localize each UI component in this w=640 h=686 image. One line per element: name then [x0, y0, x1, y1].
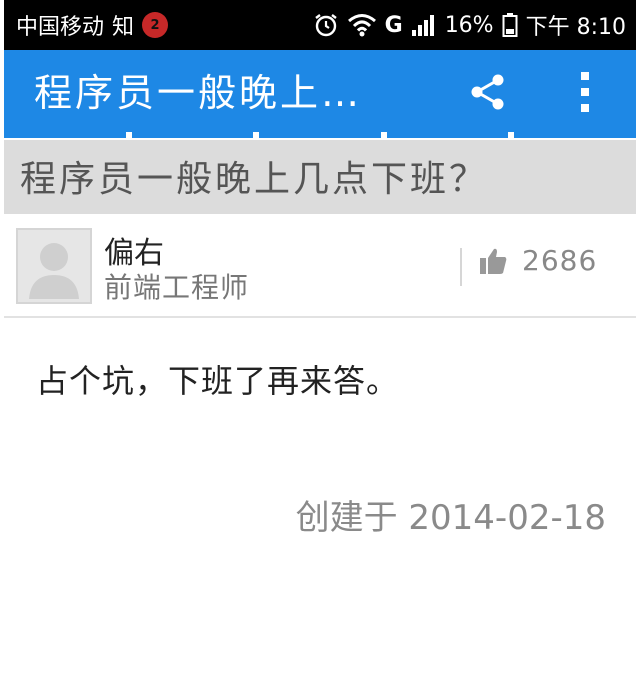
network-type-label: G: [384, 12, 403, 38]
clock: 下午 8:10: [525, 15, 626, 40]
author-title: 前端工程师: [104, 271, 250, 304]
app-bar: 程序员一般晚上…: [4, 50, 636, 132]
share-icon: [471, 74, 504, 110]
app-bar-title: 程序员一般晚上…: [34, 71, 363, 115]
like-button[interactable]: 2686: [478, 244, 597, 277]
divider: [460, 248, 462, 286]
question-title: 程序员一般晚上几点下班？: [20, 159, 489, 200]
battery-level: 16%: [444, 12, 494, 38]
overflow-menu-button[interactable]: [570, 66, 600, 118]
alarm-icon: [313, 12, 339, 38]
tab-strip: [4, 132, 636, 140]
like-count: 2686: [522, 244, 598, 277]
thumbs-up-icon: [480, 248, 507, 274]
question-header: 程序员一般晚上几点下班？: [4, 140, 636, 214]
more-vert-icon: [581, 72, 589, 112]
app-screen: 中国移动 知 2 G 16% 下午 8:10 程序员一般晚上… 程序员一般晚上几…: [4, 0, 636, 686]
carrier-label: 中国移动: [16, 15, 105, 40]
wifi-icon: [347, 13, 377, 37]
share-button[interactable]: [466, 70, 510, 114]
author-row[interactable]: 偏右 前端工程师 2686: [4, 214, 636, 318]
status-bar: 中国移动 知 2 G 16% 下午 8:10: [4, 0, 636, 50]
created-date: 创建于 2014-02-18: [295, 498, 606, 538]
avatar-placeholder-icon: [29, 243, 79, 299]
answer-content: 占个坑，下班了再来答。: [36, 362, 400, 400]
app-notification-label: 知: [112, 15, 135, 40]
signal-icon: [411, 13, 437, 37]
notification-badge: 2: [142, 12, 169, 38]
avatar[interactable]: [16, 228, 92, 304]
battery-icon: [502, 12, 518, 38]
